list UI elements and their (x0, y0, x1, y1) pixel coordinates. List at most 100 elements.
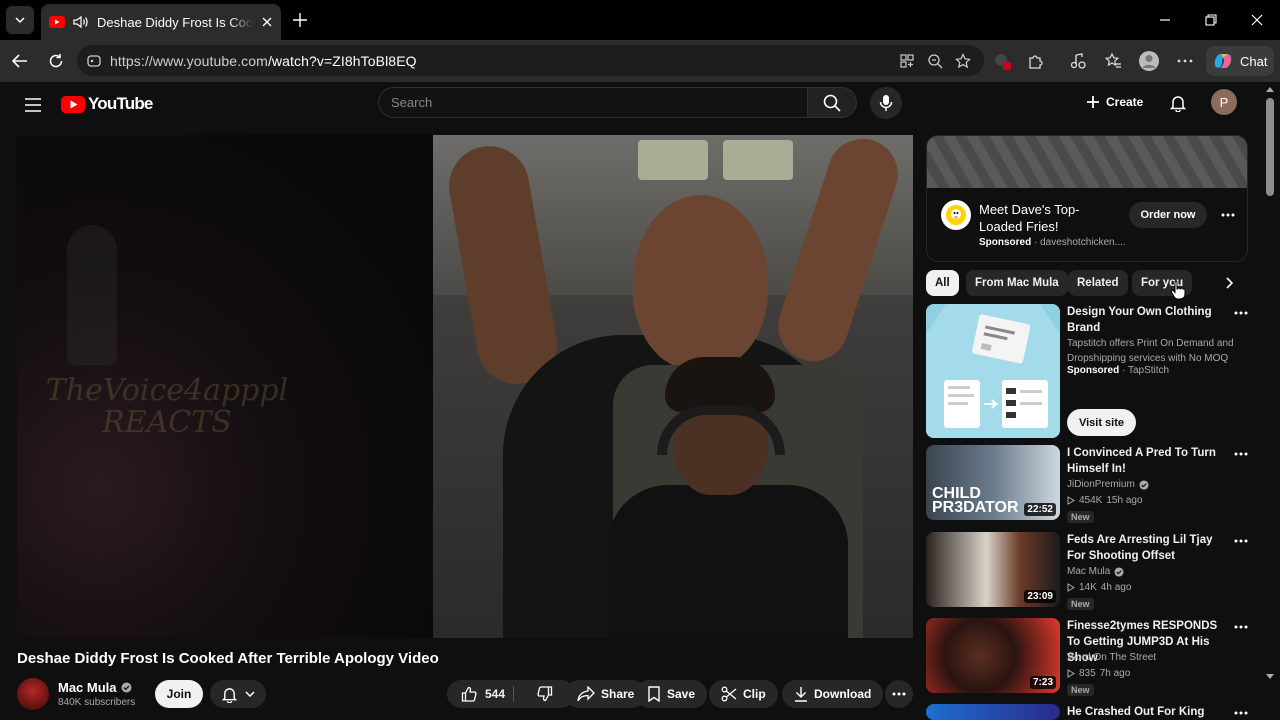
browser-tab[interactable]: Deshae Diddy Frost Is Cooked After Terri… (41, 4, 281, 40)
video-right-pane (433, 135, 913, 638)
rec-title[interactable]: Feds Are Arresting Lil Tjay For Shooting… (1067, 532, 1232, 564)
chips-next-button[interactable] (1218, 271, 1242, 295)
sponsored-title[interactable]: Design Your Own Clothing Brand (1067, 304, 1232, 336)
video-thumbnail[interactable] (926, 704, 1060, 720)
advertiser-logo (941, 200, 971, 230)
site-info-icon[interactable] (87, 54, 101, 68)
search-button[interactable] (807, 87, 857, 118)
background-figure (67, 225, 117, 365)
scissors-icon (721, 686, 737, 702)
video-thumbnail[interactable]: CHILD PR3DATOR 22:52 (926, 445, 1060, 520)
order-now-button[interactable]: Order now (1129, 202, 1207, 228)
media-control-icon[interactable] (1066, 49, 1090, 73)
youtube-logo[interactable]: YouTube (61, 94, 153, 114)
scrollbar-thumb[interactable] (1266, 98, 1274, 196)
new-tab-button[interactable] (288, 8, 312, 32)
notifications-button[interactable] (1165, 90, 1191, 116)
extensions-puzzle-icon[interactable] (1024, 49, 1048, 73)
sponsored-ad-card[interactable]: Meet Dave's Top-Loaded Fries! Sponsored … (926, 135, 1248, 262)
search-icon (823, 94, 841, 112)
address-bar[interactable]: https://www.youtube.com/watch?v=ZI8hToBl… (77, 45, 984, 76)
recommendation-item[interactable]: He Crashed Out For King Von: (926, 704, 1256, 720)
save-button[interactable]: Save (635, 680, 708, 708)
chip-from-channel[interactable]: From Mac Mula (966, 270, 1068, 296)
clip-button[interactable]: Clip (709, 680, 778, 708)
like-button[interactable]: 544 (447, 680, 513, 708)
rec-channel[interactable]: Word On The Street (1067, 652, 1156, 663)
channel-avatar[interactable] (17, 678, 49, 710)
minimize-icon (1160, 19, 1170, 21)
chat-label: Chat (1240, 53, 1268, 69)
create-label: Create (1106, 95, 1144, 109)
rec-more-button[interactable] (1232, 304, 1250, 322)
rec-more-button[interactable] (1232, 704, 1250, 720)
video-left-pane: TheVoice4apppl REACTS (17, 135, 433, 638)
recommendation-item[interactable]: 23:09 Feds Are Arresting Lil Tjay For Sh… (926, 532, 1256, 610)
visit-site-button[interactable]: Visit site (1067, 409, 1136, 436)
chevron-right-icon (1226, 277, 1234, 289)
verified-icon (1114, 566, 1124, 577)
scroll-down-icon[interactable] (1266, 674, 1274, 680)
sponsored-thumbnail[interactable] (926, 304, 1060, 438)
copilot-chat-button[interactable]: Chat (1206, 46, 1274, 76)
new-badge: New (1067, 598, 1094, 610)
extension-shield-icon[interactable] (990, 49, 1014, 73)
rec-title[interactable]: I Convinced A Pred To Turn Himself In! (1067, 445, 1232, 477)
scroll-up-icon[interactable] (1266, 86, 1274, 92)
settings-more-icon[interactable] (1173, 49, 1197, 73)
close-tab-icon[interactable] (261, 16, 273, 28)
favorites-list-icon[interactable] (1101, 49, 1125, 73)
play-views-icon (1067, 496, 1075, 505)
search-input[interactable] (391, 95, 807, 110)
restore-button[interactable] (1188, 0, 1234, 40)
subscriber-count: 840K subscribers (58, 697, 136, 708)
voice-search-button[interactable] (870, 87, 902, 119)
rec-more-button[interactable] (1232, 618, 1250, 636)
rec-title[interactable]: He Crashed Out For King Von: (1067, 704, 1232, 720)
back-button[interactable] (7, 48, 33, 74)
reload-button[interactable] (43, 48, 69, 74)
ad-more-button[interactable] (1217, 204, 1239, 226)
create-button[interactable]: Create (1078, 88, 1151, 116)
page-scrollbar[interactable] (1262, 82, 1280, 720)
ad-title[interactable]: Meet Dave's Top-Loaded Fries! (979, 201, 1109, 235)
chip-all[interactable]: All (926, 270, 959, 296)
close-window-button[interactable] (1234, 0, 1280, 40)
favorite-star-icon[interactable] (953, 51, 973, 71)
more-vertical-icon (1234, 711, 1248, 715)
speaker-icon[interactable] (73, 15, 89, 29)
video-thumbnail[interactable]: 7:23 (926, 618, 1060, 693)
rec-more-button[interactable] (1232, 445, 1250, 463)
app-available-icon[interactable] (897, 51, 917, 71)
download-button[interactable]: Download (782, 680, 884, 708)
thumbs-down-icon (536, 686, 552, 702)
join-button[interactable]: Join (155, 680, 203, 708)
arrow-left-icon (11, 54, 27, 68)
profile-icon[interactable] (1137, 49, 1161, 73)
search-box[interactable] (378, 87, 808, 118)
video-title: Deshae Diddy Frost Is Cooked After Terri… (17, 650, 439, 667)
more-actions-button[interactable] (885, 680, 913, 708)
guide-menu-button[interactable] (20, 92, 46, 118)
rec-more-button[interactable] (1232, 532, 1250, 550)
reload-icon (49, 54, 63, 68)
rec-channel[interactable]: Mac Mula (1067, 566, 1124, 577)
sponsored-recommendation[interactable]: Design Your Own Clothing Brand Tapstitch… (926, 304, 1256, 440)
subscription-notifications-button[interactable] (210, 680, 266, 708)
video-player[interactable]: TheVoice4apppl REACTS (17, 135, 913, 638)
minimize-button[interactable] (1142, 0, 1188, 40)
video-duration: 22:52 (1024, 503, 1056, 516)
zoom-icon[interactable] (925, 51, 945, 71)
channel-name-link[interactable]: Mac Mula (58, 680, 132, 695)
tab-list-button[interactable] (6, 6, 34, 34)
account-avatar[interactable]: P (1211, 89, 1237, 115)
recommendation-item[interactable]: 7:23 Finesse2tymes RESPONDS To Getting J… (926, 618, 1256, 696)
video-owner-row: Mac Mula 840K subscribers Join 544 Share… (17, 676, 913, 712)
chip-related[interactable]: Related (1068, 270, 1128, 296)
youtube-header: YouTube Create P (0, 82, 1262, 126)
more-vertical-icon (1234, 311, 1248, 315)
verified-icon (121, 682, 132, 693)
recommendation-item[interactable]: CHILD PR3DATOR 22:52 I Convinced A Pred … (926, 445, 1256, 523)
rec-channel[interactable]: JiDionPremium (1067, 479, 1149, 490)
video-thumbnail[interactable]: 23:09 (926, 532, 1060, 607)
